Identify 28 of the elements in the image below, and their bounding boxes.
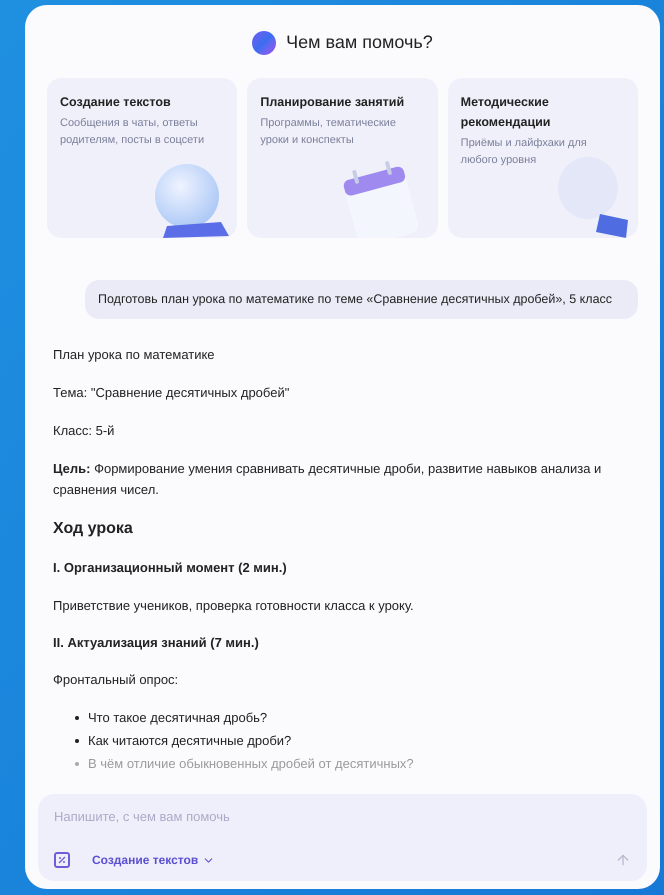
answer-paragraph: Класс: 5-й — [53, 422, 116, 440]
answer-subheading: I. Организационный момент (2 мин.) — [53, 559, 288, 577]
card-description: Сообщения в чаты, ответы родителям, посты в соцсети — [60, 116, 206, 148]
card-description: Программы, тематические уроки и конспекты — [260, 116, 397, 148]
suggestion-card[interactable]: Планирование занятий Программы, тематические уроки и конспекты — [247, 78, 438, 238]
answer-paragraph: Приветствие учеников, проверка готовности класса к уроку. — [53, 596, 415, 615]
list-item-text: Что такое десятичная дробь? — [88, 709, 268, 727]
percent-icon — [58, 856, 66, 864]
image-attach-button[interactable] — [54, 852, 70, 868]
message-input-field[interactable]: Напишите, с чем вам помочь — [54, 807, 631, 826]
user-message-bubble: Подготовь план урока по математике по теме «Сравнение десятичных дробей», 5 класс — [85, 280, 638, 319]
list-item-text: Как читаются десятичные дроби? — [88, 732, 292, 750]
card-title: Создание текстов — [60, 94, 172, 111]
card-description: Приёмы и лайфхаки для любого уровня — [460, 136, 588, 168]
suggestion-card[interactable]: Создание текстов Сообщения в чаты, ответы родителям, посты в соцсети — [47, 78, 238, 238]
answer-paragraph: Тема: "Сравнение десятичных дробей" — [53, 384, 290, 402]
answer-subheading: II. Актуализация знаний (7 мин.) — [53, 634, 260, 652]
card-title: Планирование занятий — [260, 94, 406, 111]
answer-paragraph: Цель: Формирование умения сравнивать десятичные дроби, развитие навыков анализа и сравнения чисел. — [53, 460, 602, 499]
assistant-logo-icon — [252, 30, 276, 54]
card-title: Методические рекомендации — [460, 94, 552, 131]
answer-paragraph: Фронтальный опрос: — [53, 671, 180, 689]
list-item-text: В чём отличие обыкновенных дробей от десятичных? — [88, 755, 414, 773]
page-title: Чем вам помочь? — [286, 31, 433, 54]
mode-dropdown[interactable]: Создание текстов — [92, 851, 216, 869]
answer-paragraph: План урока по математике — [53, 346, 216, 364]
suggestion-card[interactable]: Методические рекомендации Приёмы и лайфхаки для любого уровня — [448, 78, 638, 238]
answer-heading: Ход урока — [53, 519, 134, 539]
